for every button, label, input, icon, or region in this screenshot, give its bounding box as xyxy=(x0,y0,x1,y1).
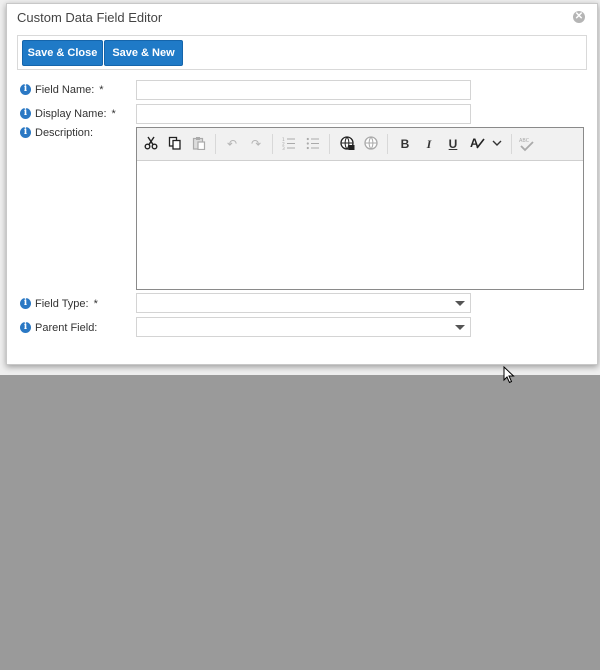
chevron-down-icon xyxy=(455,325,465,330)
dropdown-icon[interactable] xyxy=(489,136,505,152)
description-label: Description: xyxy=(35,127,94,139)
insert-link-icon[interactable] xyxy=(339,136,355,152)
undo-icon[interactable]: ↶ xyxy=(224,136,240,152)
info-icon[interactable]: i xyxy=(20,127,31,138)
dialog-title: Custom Data Field Editor xyxy=(17,10,163,25)
dialog-toolbar: Save & Close Save & New xyxy=(17,35,587,70)
field-type-select[interactable] xyxy=(136,293,471,313)
save-and-close-button[interactable]: Save & Close xyxy=(22,40,103,66)
info-icon[interactable]: i xyxy=(20,322,31,333)
remove-link-icon[interactable] xyxy=(363,136,379,152)
spellcheck-icon[interactable]: ABC xyxy=(519,136,535,152)
info-icon[interactable]: i xyxy=(20,108,31,119)
svg-text:3: 3 xyxy=(282,146,285,150)
numbered-list-icon[interactable]: 123 xyxy=(281,136,297,152)
display-name-input[interactable] xyxy=(136,104,471,124)
save-and-new-button[interactable]: Save & New xyxy=(104,40,183,66)
chevron-down-icon xyxy=(455,301,465,306)
editor-toolbar: ↶ ↷ 123 B I U A ABC xyxy=(137,128,583,161)
underline-icon[interactable]: U xyxy=(445,136,461,152)
font-color-icon[interactable]: A xyxy=(469,136,485,152)
cut-icon[interactable] xyxy=(143,136,159,152)
bulleted-list-icon[interactable] xyxy=(305,136,321,152)
svg-text:ABC: ABC xyxy=(519,138,530,144)
description-rich-text-editor: ↶ ↷ 123 B I U A ABC xyxy=(136,127,584,290)
field-type-label: Field Type: xyxy=(35,298,89,310)
display-name-label: Display Name: xyxy=(35,108,107,120)
redo-icon[interactable]: ↷ xyxy=(248,136,264,152)
field-name-label: Field Name: xyxy=(35,84,95,96)
parent-field-label: Parent Field: xyxy=(35,322,98,334)
custom-data-field-editor-dialog: Custom Data Field Editor ✕ Save & Close … xyxy=(6,3,598,365)
close-icon[interactable]: ✕ xyxy=(573,11,585,23)
italic-icon[interactable]: I xyxy=(421,136,437,152)
editor-content-area[interactable] xyxy=(137,161,583,289)
info-icon[interactable]: i xyxy=(20,298,31,309)
field-name-input[interactable] xyxy=(136,80,471,100)
paste-icon[interactable] xyxy=(191,136,207,152)
required-marker: * xyxy=(111,108,116,120)
copy-icon[interactable] xyxy=(167,136,183,152)
required-marker: * xyxy=(93,298,98,310)
info-icon[interactable]: i xyxy=(20,84,31,95)
required-marker: * xyxy=(99,84,104,96)
parent-field-select[interactable] xyxy=(136,317,471,337)
bold-icon[interactable]: B xyxy=(397,136,413,152)
